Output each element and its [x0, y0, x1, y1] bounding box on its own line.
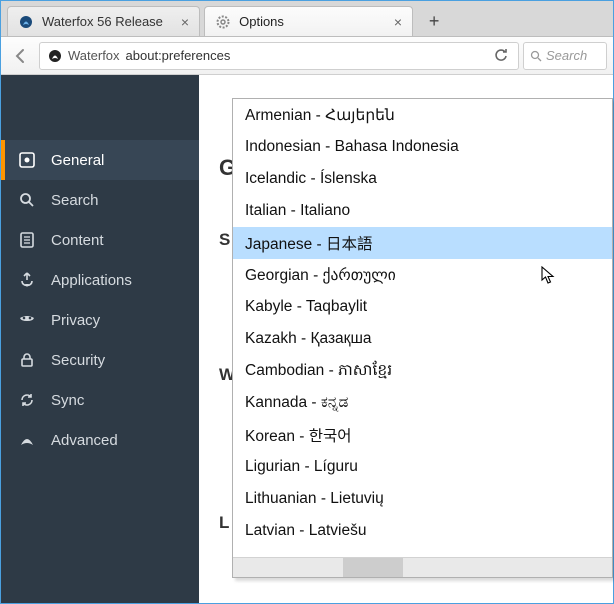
sidebar-label: Security: [51, 352, 105, 369]
sidebar-label: Search: [51, 192, 99, 209]
close-icon[interactable]: ×: [394, 14, 402, 30]
peek-letter: L: [219, 513, 229, 533]
language-option[interactable]: Ligurian - Líguru: [233, 451, 612, 483]
toolbar: Waterfox about:preferences Search: [1, 37, 613, 75]
tab-label: Options: [239, 14, 284, 29]
waterfox-icon: [18, 14, 34, 30]
waterfox-icon: [48, 49, 62, 63]
language-option[interactable]: Japanese - 日本語: [233, 227, 612, 259]
language-option[interactable]: Italian - Italiano: [233, 195, 612, 227]
sidebar-label: General: [51, 152, 104, 169]
language-option[interactable]: Kazakh - Қазақша: [233, 323, 612, 355]
sidebar-label: Content: [51, 232, 104, 249]
url-bar[interactable]: Waterfox about:preferences: [39, 42, 519, 70]
back-button[interactable]: [7, 42, 35, 70]
sidebar-item-search[interactable]: Search: [1, 180, 199, 220]
sidebar-label: Privacy: [51, 312, 100, 329]
peek-letter: S: [219, 230, 230, 250]
tab-waterfox-release[interactable]: Waterfox 56 Release ×: [7, 6, 200, 36]
applications-icon: [17, 270, 37, 290]
reload-icon[interactable]: [494, 49, 510, 63]
search-icon: [530, 50, 542, 62]
language-option[interactable]: Kannada - ಕನ್ನಡ: [233, 387, 612, 419]
tab-options[interactable]: Options ×: [204, 6, 413, 36]
sidebar-label: Sync: [51, 392, 84, 409]
language-option[interactable]: Armenian - Հայերեն: [233, 99, 612, 131]
advanced-icon: [17, 430, 37, 450]
language-option[interactable]: Kabyle - Taqbaylit: [233, 291, 612, 323]
scrollbar-thumb[interactable]: [343, 558, 403, 578]
dropdown-list: Armenian - ՀայերենIndonesian - Bahasa In…: [233, 99, 612, 557]
language-dropdown[interactable]: Armenian - ՀայերենIndonesian - Bahasa In…: [232, 98, 613, 578]
sidebar-item-security[interactable]: Security: [1, 340, 199, 380]
sidebar-item-sync[interactable]: Sync: [1, 380, 199, 420]
language-option[interactable]: Indonesian - Bahasa Indonesia: [233, 131, 612, 163]
language-option[interactable]: Latvian - Latviešu: [233, 515, 612, 547]
sidebar-item-applications[interactable]: Applications: [1, 260, 199, 300]
search-box[interactable]: Search: [523, 42, 607, 70]
search-icon: [17, 190, 37, 210]
sync-icon: [17, 390, 37, 410]
language-option[interactable]: Korean - 한국어: [233, 419, 612, 451]
privacy-icon: [17, 310, 37, 330]
content-icon: [17, 230, 37, 250]
general-icon: [17, 150, 37, 170]
sidebar-item-general[interactable]: General: [1, 140, 199, 180]
gear-icon: [215, 14, 231, 30]
sidebar-item-advanced[interactable]: Advanced: [1, 420, 199, 460]
url-text: about:preferences: [126, 48, 488, 63]
dropdown-scrollbar[interactable]: [233, 557, 612, 577]
new-tab-button[interactable]: +: [421, 8, 447, 34]
language-option[interactable]: Georgian - ქართული: [233, 259, 612, 291]
preferences-sidebar: General Search Content Applications Priv…: [1, 75, 199, 603]
tab-label: Waterfox 56 Release: [42, 14, 163, 29]
sidebar-item-privacy[interactable]: Privacy: [1, 300, 199, 340]
sidebar-label: Advanced: [51, 432, 118, 449]
sidebar-label: Applications: [51, 272, 132, 289]
lock-icon: [17, 350, 37, 370]
language-option[interactable]: Lithuanian - Lietuvių: [233, 483, 612, 515]
language-option[interactable]: Cambodian - ភាសាខ្មែរ: [233, 355, 612, 387]
tab-strip: Waterfox 56 Release × Options × +: [1, 1, 613, 37]
sidebar-item-content[interactable]: Content: [1, 220, 199, 260]
language-option[interactable]: Icelandic - Íslenska: [233, 163, 612, 195]
identity-label: Waterfox: [68, 48, 120, 63]
close-icon[interactable]: ×: [181, 14, 189, 30]
search-placeholder: Search: [546, 48, 587, 63]
